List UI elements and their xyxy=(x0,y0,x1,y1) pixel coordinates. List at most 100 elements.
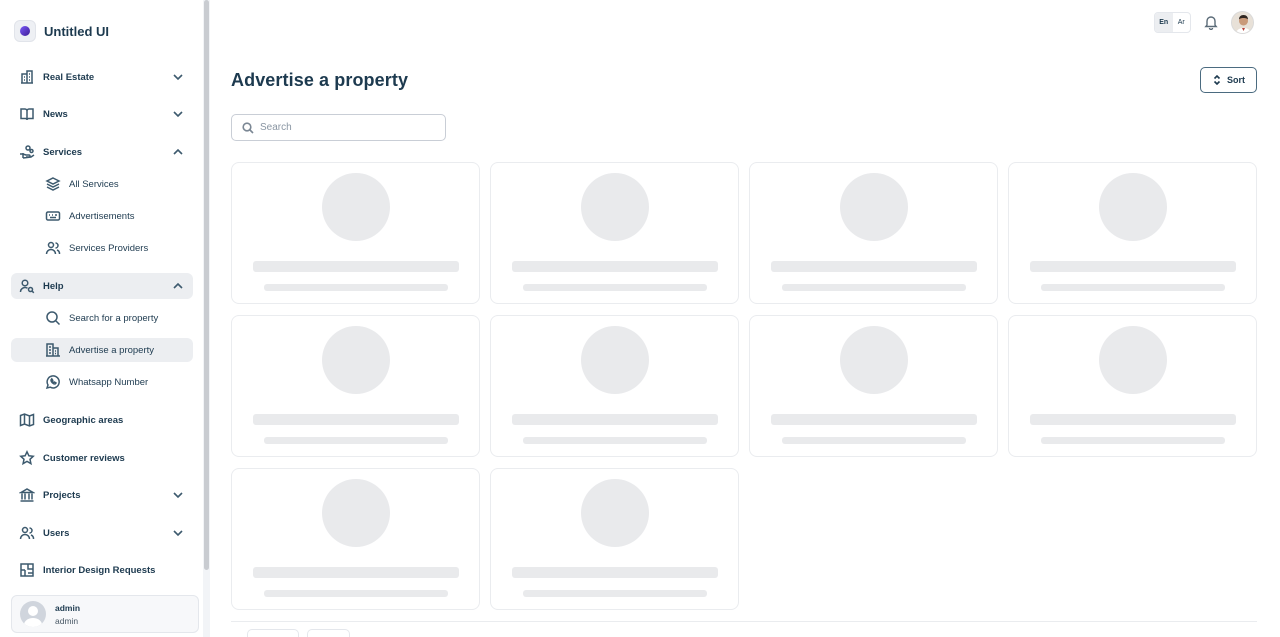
avatar xyxy=(20,601,46,627)
skeleton-image xyxy=(322,479,390,547)
sort-icon xyxy=(1213,75,1221,85)
layers-icon xyxy=(45,176,61,192)
app-root: Untitled UI Real Estate News Services Al… xyxy=(0,0,1280,637)
sidebar-subitem-label: Advertisements xyxy=(69,210,135,222)
chevron-down-icon[interactable] xyxy=(171,70,185,84)
skeleton-title xyxy=(512,261,718,272)
pagination-next-button[interactable] xyxy=(307,629,350,637)
skeleton-title xyxy=(253,567,459,578)
chevron-up-icon[interactable] xyxy=(171,145,185,159)
sidebar-subitem-all-services[interactable]: All Services xyxy=(11,172,193,196)
skeleton-card xyxy=(231,468,480,610)
pagination-divider xyxy=(231,621,1257,622)
lang-ar-button[interactable]: Ar xyxy=(1173,13,1191,32)
bell-icon[interactable] xyxy=(1203,14,1219,31)
skeleton-image xyxy=(1099,173,1167,241)
search-field[interactable] xyxy=(231,114,446,141)
sidebar-subitem-label: Services Providers xyxy=(69,242,149,254)
skeleton-card xyxy=(231,315,480,457)
skeleton-title xyxy=(1030,261,1236,272)
skeleton-title xyxy=(253,414,459,425)
user-name: admin xyxy=(55,602,81,613)
sidebar-item-label: Help xyxy=(43,280,64,292)
brand-logo xyxy=(14,20,36,42)
sidebar-scrollbar-thumb[interactable] xyxy=(204,0,209,570)
sidebar-subitem-services-providers[interactable]: Services Providers xyxy=(11,236,193,260)
sidebar-item-label: Services xyxy=(43,146,83,158)
keyboard-icon xyxy=(45,208,61,224)
chevron-down-icon[interactable] xyxy=(171,107,185,121)
sidebar: Untitled UI Real Estate News Services Al… xyxy=(0,0,203,637)
skeleton-image xyxy=(581,173,649,241)
skeleton-title xyxy=(771,414,977,425)
user-profile-card[interactable]: admin admin xyxy=(11,595,199,633)
sidebar-item-news[interactable]: News xyxy=(11,101,193,127)
skeleton-subtitle xyxy=(523,590,707,597)
skeleton-image xyxy=(581,479,649,547)
user-avatar[interactable] xyxy=(1231,11,1254,34)
sidebar-item-label: Geographic areas xyxy=(43,414,124,426)
sidebar-scrollbar[interactable] xyxy=(203,0,210,637)
skeleton-card xyxy=(490,315,739,457)
skeleton-subtitle xyxy=(264,284,448,291)
user-role: admin xyxy=(55,615,79,626)
page-title: Advertise a property xyxy=(231,70,409,90)
skeleton-image xyxy=(322,173,390,241)
skeleton-image xyxy=(322,326,390,394)
search-icon xyxy=(242,121,254,134)
sidebar-item-customer-reviews[interactable]: Customer reviews xyxy=(11,445,193,471)
sidebar-subitem-label: Whatsapp Number xyxy=(69,376,149,388)
skeleton-title xyxy=(512,567,718,578)
skeleton-card xyxy=(490,468,739,610)
sidebar-subitem-whatsapp-number[interactable]: Whatsapp Number xyxy=(11,370,193,394)
skeleton-image xyxy=(1099,326,1167,394)
skeleton-subtitle xyxy=(782,284,966,291)
sort-button[interactable]: Sort xyxy=(1200,67,1257,93)
skeleton-subtitle xyxy=(523,284,707,291)
brand[interactable]: Untitled UI xyxy=(14,20,109,42)
users-icon xyxy=(19,525,35,541)
sidebar-subitem-label: All Services xyxy=(69,178,119,190)
sidebar-item-projects[interactable]: Projects xyxy=(11,482,193,508)
sidebar-item-label: Projects xyxy=(43,489,81,501)
chevron-down-icon[interactable] xyxy=(171,488,185,502)
floor-plan-icon xyxy=(19,562,35,578)
skeleton-subtitle xyxy=(1041,437,1225,444)
skeleton-image xyxy=(840,173,908,241)
sidebar-item-label: News xyxy=(43,108,68,120)
whatsapp-icon xyxy=(45,374,61,390)
skeleton-title xyxy=(512,414,718,425)
sidebar-item-label: Users xyxy=(43,527,70,539)
skeleton-card xyxy=(749,315,998,457)
sort-label: Sort xyxy=(1227,75,1245,85)
skeleton-title xyxy=(1030,414,1236,425)
bank-icon xyxy=(19,487,35,503)
search-input[interactable] xyxy=(260,122,430,133)
sidebar-subitem-advertisements[interactable]: Advertisements xyxy=(11,204,193,228)
sidebar-item-label: Interior Design Requests xyxy=(43,564,156,576)
chevron-down-icon[interactable] xyxy=(171,526,185,540)
building-icon xyxy=(45,342,61,358)
user-search-icon xyxy=(19,278,35,294)
sidebar-item-help[interactable]: Help xyxy=(11,273,193,299)
pagination-previous-button[interactable] xyxy=(247,629,299,637)
sidebar-subitem-advertise-property[interactable]: Advertise a property xyxy=(11,338,193,362)
sidebar-subitem-label: Search for a property xyxy=(69,312,159,324)
user-info: admin admin xyxy=(55,603,80,626)
lang-en-button[interactable]: En xyxy=(1155,13,1173,32)
skeleton-card xyxy=(490,162,739,304)
brand-name: Untitled UI xyxy=(44,23,109,39)
sidebar-item-interior-design-requests[interactable]: Interior Design Requests xyxy=(11,557,193,583)
sidebar-item-users[interactable]: Users xyxy=(11,520,193,546)
skeleton-card xyxy=(1008,315,1257,457)
sidebar-item-real-estate[interactable]: Real Estate xyxy=(11,64,193,90)
skeleton-image xyxy=(581,326,649,394)
sidebar-subitem-search-property[interactable]: Search for a property xyxy=(11,306,193,330)
skeleton-card xyxy=(1008,162,1257,304)
sidebar-item-label: Customer reviews xyxy=(43,452,125,464)
sidebar-item-services[interactable]: Services xyxy=(11,139,193,165)
sidebar-item-geographic-areas[interactable]: Geographic areas xyxy=(11,407,193,433)
chevron-up-icon[interactable] xyxy=(171,279,185,293)
skeleton-image xyxy=(840,326,908,394)
building-icon xyxy=(19,69,35,85)
